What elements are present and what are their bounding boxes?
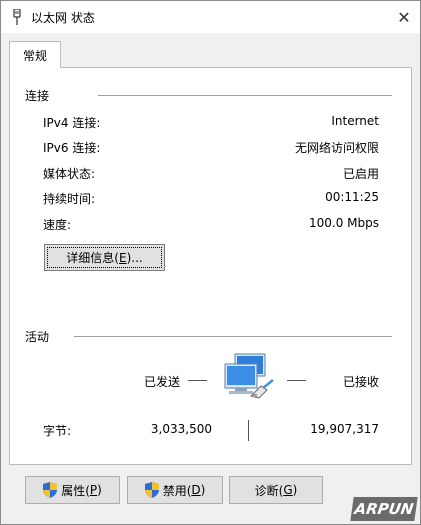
duration-label: 持续时间: <box>43 192 96 206</box>
details-button[interactable]: 详细信息(E)... <box>44 244 165 271</box>
bytes-received-value: 19,907,317 <box>310 422 379 436</box>
ipv6-label: IPv6 连接: <box>43 141 101 155</box>
received-label: 已接收 <box>343 375 380 389</box>
uac-shield-icon <box>144 482 159 498</box>
tab-general[interactable]: 常规 <box>9 41 61 68</box>
close-icon: ✕ <box>397 7 411 27</box>
bytes-sent-value: 3,033,500 <box>150 422 212 436</box>
uac-shield-icon <box>43 482 58 498</box>
activity-divider <box>74 336 392 337</box>
received-dash <box>287 380 306 381</box>
speed-value: 100.0 Mbps <box>308 216 379 230</box>
tab-label: 常规 <box>22 48 47 63</box>
diagnose-button[interactable]: 诊断(G) <box>229 476 323 504</box>
ipv4-value: Internet <box>331 114 379 128</box>
connection-divider <box>98 95 392 96</box>
status-window: 以太网 状态 ✕ 常规 连接 IPv4 连接: Internet IPv6 连接… <box>0 0 421 525</box>
sent-dash <box>188 380 207 381</box>
activity-group-title: 活动 <box>25 330 50 344</box>
disable-button[interactable]: 禁用(D) <box>127 476 223 504</box>
connection-group-title: 连接 <box>25 89 50 103</box>
sent-label: 已发送 <box>144 375 181 389</box>
bytes-label: 字节: <box>43 424 72 438</box>
ipv4-label: IPv4 连接: <box>43 116 101 130</box>
media-state-value: 已启用 <box>342 167 379 181</box>
ethernet-plug-icon <box>13 9 21 25</box>
watermark-logo: ARPUN <box>350 497 418 521</box>
close-button[interactable]: ✕ <box>388 1 420 33</box>
properties-button[interactable]: 属性(P) <box>25 476 120 504</box>
title-bar[interactable]: 以太网 状态 ✕ <box>1 1 420 33</box>
bytes-separator <box>248 420 249 441</box>
network-computer-icon <box>224 353 274 399</box>
duration-value: 00:11:25 <box>325 190 379 204</box>
speed-label: 速度: <box>43 218 72 232</box>
media-state-label: 媒体状态: <box>43 167 96 181</box>
window-title: 以太网 状态 <box>31 11 95 25</box>
ipv6-value: 无网络访问权限 <box>294 141 379 155</box>
